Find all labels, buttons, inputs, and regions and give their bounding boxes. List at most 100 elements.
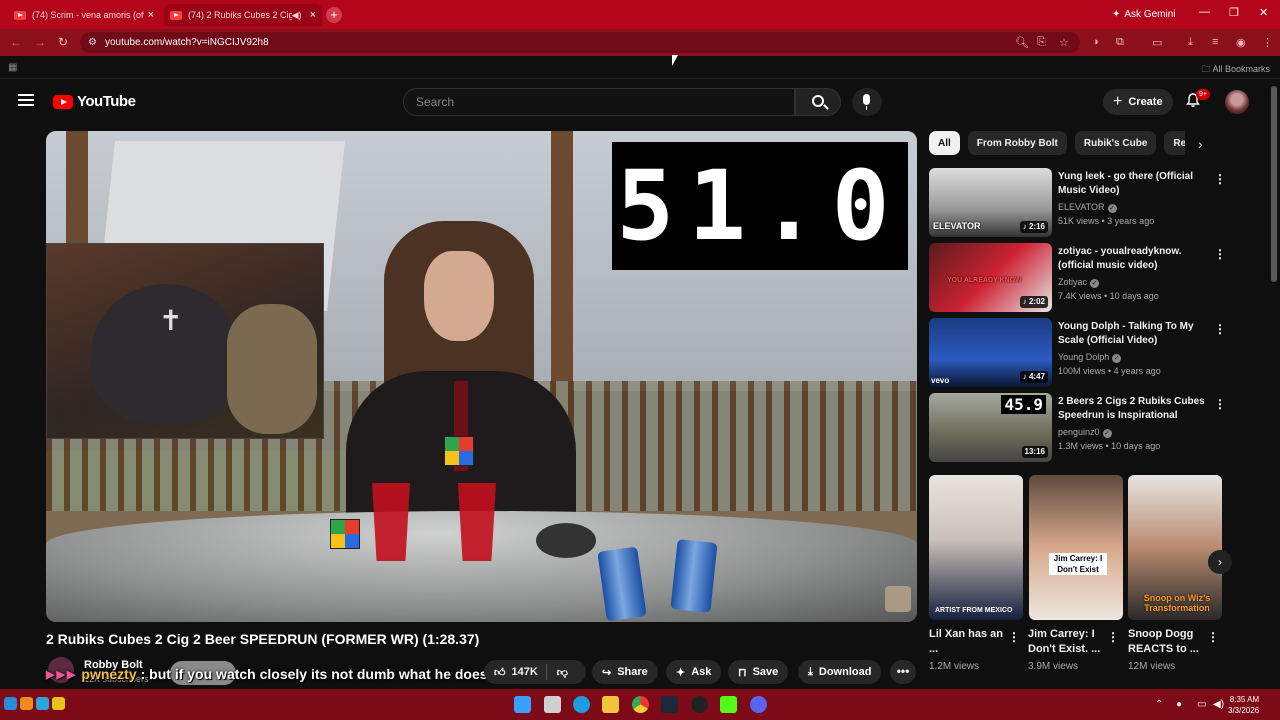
zoom-icon[interactable]: 🔍︎ (1015, 36, 1029, 49)
display-tray-icon[interactable]: ▭ (1197, 699, 1206, 710)
create-button[interactable]: + Create (1103, 89, 1173, 115)
discord-icon[interactable] (750, 696, 767, 713)
downloads-icon[interactable]: ⤓ (1188, 36, 1193, 49)
minimize-window-icon[interactable]: — (1199, 6, 1210, 18)
recommended-video[interactable]: 45.9 13:16 2 Beers 2 Cigs 2 Rubiks Cubes… (929, 393, 1229, 463)
ask-button[interactable]: ✦ Ask (666, 660, 722, 684)
kebab-menu-icon[interactable]: ⋮ (1008, 630, 1020, 644)
microphone-tray-icon[interactable]: ● (1176, 699, 1182, 710)
obs-icon[interactable] (691, 696, 708, 713)
new-tab-button[interactable]: + (326, 7, 342, 23)
kebab-menu-icon[interactable]: ⋮ (1214, 397, 1226, 411)
kebab-menu-icon[interactable]: ⋮ (1214, 322, 1226, 336)
video-thumbnail[interactable]: ELEVATOR ♪ 2:16 (929, 168, 1052, 237)
recommended-video[interactable]: YOU ALREADY KNOW ♪ 2:02 zotiyac - youalr… (929, 243, 1229, 313)
tray-chevron-up-icon[interactable]: ⌃ (1155, 699, 1163, 710)
close-window-icon[interactable]: ✕ (1259, 6, 1268, 19)
close-tab-icon[interactable]: × (310, 9, 316, 21)
channel-name[interactable]: ELEVATOR ✓ (1058, 202, 1117, 213)
steam-icon[interactable] (661, 696, 678, 713)
thumbs-up-icon[interactable]: 👍︎ (494, 666, 506, 679)
short-thumbnail[interactable]: Snoop on Wiz's Transformation (1128, 475, 1222, 620)
tab-search-icon[interactable]: ≡ (1212, 36, 1218, 48)
windows-start-icon[interactable] (514, 696, 531, 713)
video-thumbnail[interactable]: 45.9 13:16 (929, 393, 1052, 462)
short-title[interactable]: Lil Xan has an ... (929, 627, 1013, 657)
shorts-next-chevron-icon[interactable]: › (1208, 550, 1232, 574)
short-thumbnail[interactable]: ARTIST FROM MEXICO (929, 475, 1023, 620)
extension-icon[interactable]: ◑ (1092, 36, 1099, 48)
all-bookmarks-link[interactable]: 🗀 All Bookmarks (1201, 62, 1270, 78)
speaker-icon[interactable]: ◀) (292, 10, 302, 21)
video-title[interactable]: Yung leek - go there (Official Music Vid… (1058, 170, 1208, 198)
short-title[interactable]: Jim Carrey: I Don't Exist. ... (1028, 627, 1112, 657)
install-app-icon[interactable]: ⎘ (1037, 36, 1046, 49)
forward-arrow-icon[interactable]: → (34, 35, 46, 49)
short-thumbnail[interactable]: Jim Carrey: I Don't Exist (1029, 475, 1123, 620)
search-button[interactable] (795, 88, 841, 116)
chip-from-channel[interactable]: From Robby Bolt (967, 131, 1067, 155)
widget-icon[interactable] (52, 697, 65, 710)
video-player[interactable]: 51.0 ✝ (46, 131, 917, 622)
hamburger-menu-icon[interactable] (18, 94, 34, 106)
sidebar-icon[interactable]: ▭ (1152, 36, 1162, 49)
edge-browser-icon[interactable] (573, 696, 590, 713)
video-title[interactable]: 2 Beers 2 Cigs 2 Rubiks Cubes Speedrun i… (1058, 395, 1208, 423)
widget-icon[interactable] (36, 697, 49, 710)
channel-watermark-icon[interactable] (885, 586, 911, 612)
chrome-icon[interactable] (632, 696, 649, 713)
video-title[interactable]: zotiyac - youalreadyknow. (official musi… (1058, 245, 1208, 273)
video-thumbnail[interactable]: YOU ALREADY KNOW ♪ 2:02 (929, 243, 1052, 312)
like-count[interactable]: 147K (512, 666, 538, 678)
extensions-puzzle-icon[interactable]: ⧉ (1116, 36, 1124, 49)
restore-window-icon[interactable]: ❐ (1229, 6, 1239, 19)
voice-search-mic-icon[interactable] (852, 88, 882, 116)
channel-name[interactable]: Zotiyac ✓ (1058, 277, 1100, 288)
recommended-video[interactable]: vevo ♪ 4:47 Young Dolph - Talking To My … (929, 318, 1229, 388)
site-info-icon[interactable]: ⚙ (88, 37, 97, 48)
save-button[interactable]: ⊓ Save (728, 660, 789, 684)
channel-name[interactable]: Young Dolph ✓ (1058, 352, 1122, 363)
profile-icon[interactable]: ◉ (1236, 36, 1246, 49)
bookmark-star-icon[interactable]: ☆ (1059, 36, 1069, 49)
page-scrollbar[interactable] (1271, 86, 1277, 282)
url-omnibox[interactable]: ⚙ youtube.com/watch?v=iNGCIJV92h8 (80, 32, 1080, 53)
back-arrow-icon[interactable]: ← (10, 35, 22, 49)
file-explorer-icon[interactable] (602, 696, 619, 713)
browser-tab-2-active[interactable]: (74) 2 Rubiks Cubes 2 Cig 2 ◀) × (164, 4, 322, 26)
browser-tab-1[interactable]: (74) Scrim - vena amoris (officia × (8, 4, 160, 26)
account-avatar[interactable] (1225, 90, 1249, 114)
channel-name[interactable]: penguinz0 ✓ (1058, 427, 1112, 438)
kebab-menu-icon[interactable]: ⋮ (1107, 630, 1119, 644)
short-title[interactable]: Snoop Dogg REACTS to ... (1128, 627, 1212, 657)
chip-rubiks-cube[interactable]: Rubik's Cube (1074, 131, 1157, 155)
chip-related[interactable]: Relate (1164, 131, 1185, 155)
youtube-logo[interactable]: YouTube (53, 93, 136, 110)
download-button[interactable]: ⤓ Download (798, 660, 882, 684)
ask-gemini-button[interactable]: ✦ Ask Gemini (1104, 6, 1184, 23)
widget-icon[interactable] (20, 697, 33, 710)
search-input[interactable] (416, 95, 776, 109)
kebab-menu-icon[interactable]: ⋮ (1207, 630, 1219, 644)
reload-icon[interactable]: ↻ (58, 35, 68, 49)
close-tab-icon[interactable]: × (148, 9, 154, 21)
recommended-video[interactable]: ELEVATOR ♪ 2:16 Yung leek - go there (Of… (929, 168, 1229, 238)
more-actions-button[interactable]: ••• (890, 660, 916, 684)
system-clock[interactable]: 8:35 AM 3/3/2026 (1228, 694, 1259, 716)
kebab-menu-icon[interactable]: ⋮ (1214, 247, 1226, 261)
apps-grid-icon[interactable]: ▦ (8, 62, 17, 73)
menu-kebab-icon[interactable]: ⋮ (1262, 36, 1273, 49)
video-title[interactable]: Young Dolph - Talking To My Scale (Offic… (1058, 320, 1208, 348)
widget-icon[interactable] (4, 697, 17, 710)
video-thumbnail[interactable]: vevo ♪ 4:47 (929, 318, 1052, 387)
chevron-right-icon[interactable]: › (1198, 136, 1203, 152)
ask-label: Ask (691, 666, 712, 678)
volume-tray-icon[interactable]: ◀) (1213, 699, 1224, 710)
chip-all[interactable]: All (929, 131, 960, 155)
kebab-menu-icon[interactable]: ⋮ (1214, 172, 1226, 186)
task-view-icon[interactable] (544, 696, 561, 713)
kick-icon[interactable] (720, 696, 737, 713)
share-button[interactable]: ↪ Share (592, 660, 658, 684)
thumbs-down-icon[interactable]: 👎︎ (557, 666, 568, 679)
search-box[interactable] (403, 88, 795, 116)
